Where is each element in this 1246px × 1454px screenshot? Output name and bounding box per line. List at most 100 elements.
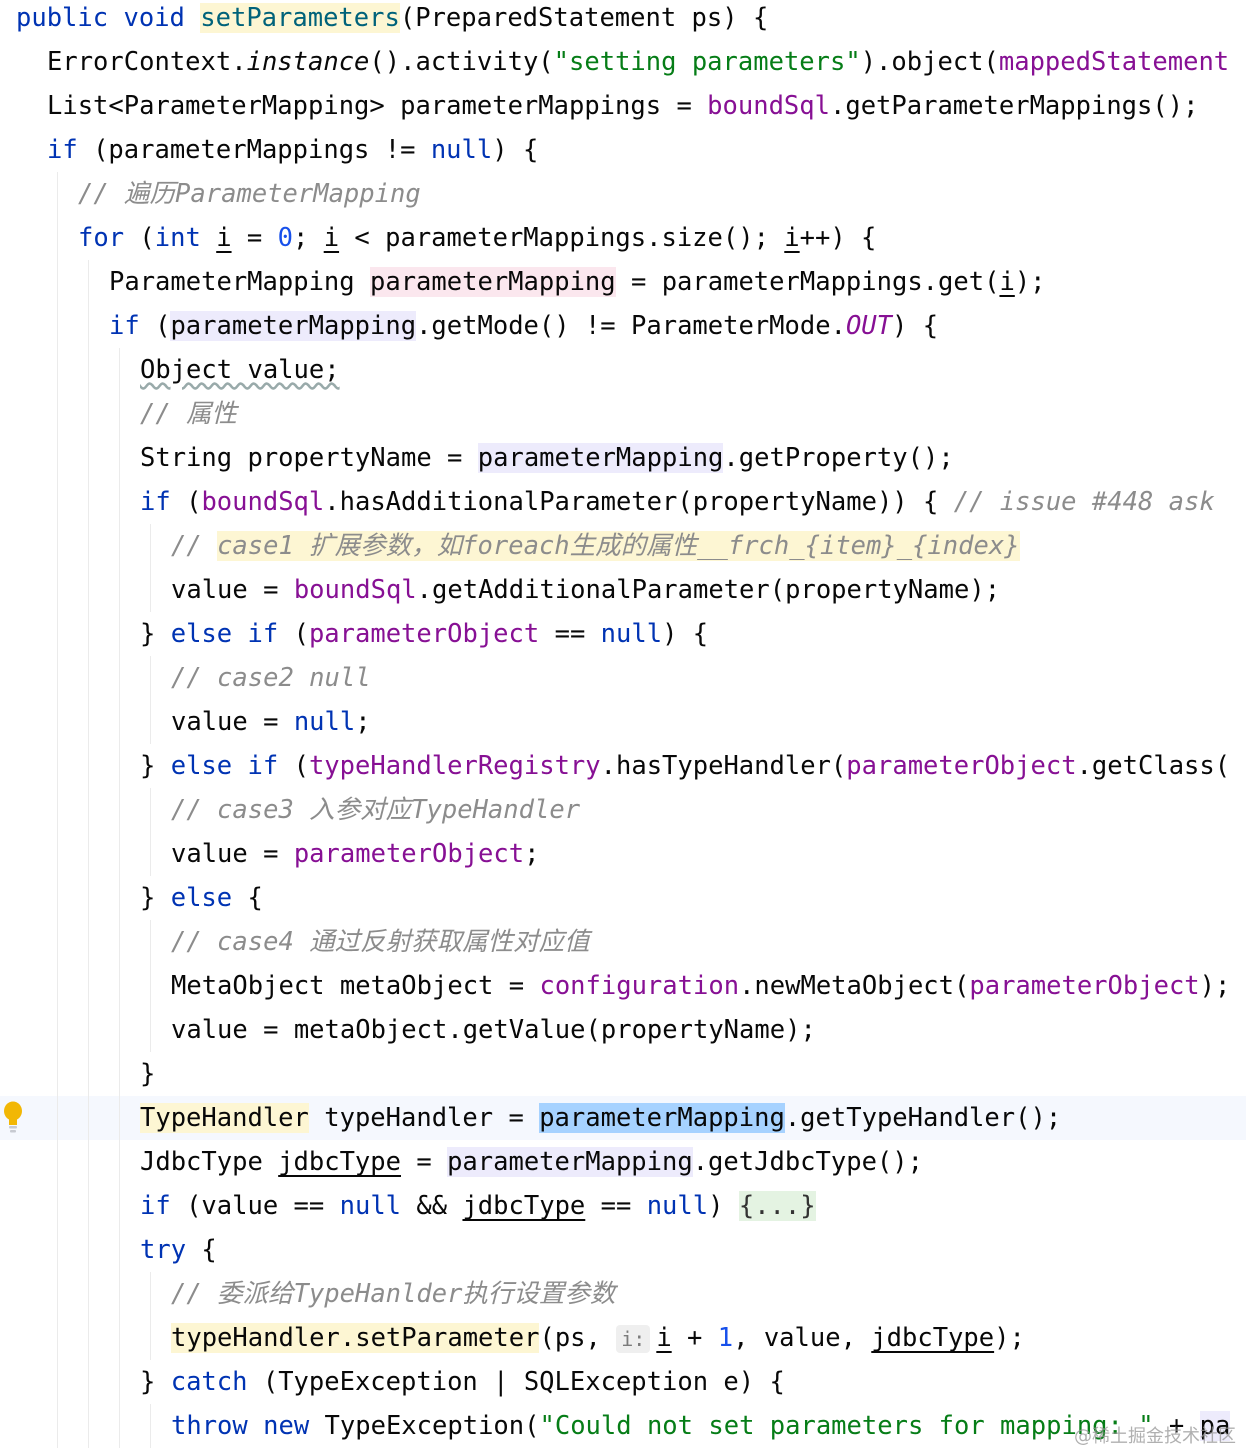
- indent-guide: [150, 964, 151, 1008]
- indent-guide: [150, 788, 151, 832]
- code-line[interactable]: Object value;: [0, 348, 1246, 392]
- code-token: catch: [170, 1367, 248, 1397]
- code-token: parameterMapping: [370, 267, 616, 297]
- indent-guide: [57, 832, 58, 876]
- code-text: try {: [140, 1228, 217, 1272]
- lightbulb-icon[interactable]: [2, 1101, 24, 1135]
- indent-guide: [88, 612, 89, 656]
- indent-guide: [150, 1316, 151, 1360]
- code-line[interactable]: public void setParameters(PreparedStatem…: [0, 0, 1246, 40]
- code-line[interactable]: value = parameterObject;: [0, 832, 1246, 876]
- indent-guide: [119, 876, 120, 920]
- code-text: // 委派给TypeHanlder执行设置参数: [171, 1272, 615, 1316]
- code-token: {: [232, 883, 263, 913]
- code-line[interactable]: try {: [0, 1228, 1246, 1272]
- code-line[interactable]: // 委派给TypeHanlder执行设置参数: [0, 1272, 1246, 1316]
- code-line[interactable]: // case4 通过反射获取属性对应值: [0, 920, 1246, 964]
- code-line[interactable]: for (int i = 0; i < parameterMappings.si…: [0, 216, 1246, 260]
- code-token: setParameters: [200, 3, 400, 33]
- code-text: value = parameterObject;: [171, 832, 539, 876]
- code-token: jdbcType: [278, 1147, 401, 1177]
- indent-guide: [150, 656, 151, 700]
- indent-guide: [88, 1096, 89, 1140]
- code-token: (TypeException | SQLException e) {: [247, 1367, 785, 1397]
- indent-guide: [119, 480, 120, 524]
- indent-guide: [119, 656, 120, 700]
- code-line[interactable]: } else if (parameterObject == null) {: [0, 612, 1246, 656]
- indent-guide: [57, 1140, 58, 1184]
- code-line[interactable]: // case1 扩展参数，如foreach生成的属性__frch_{item}…: [0, 524, 1246, 568]
- code-token: .getTypeHandler();: [784, 1103, 1062, 1133]
- indent-guide: [57, 788, 58, 832]
- code-line[interactable]: value = metaObject.getValue(propertyName…: [0, 1008, 1246, 1052]
- code-token: ).object(: [860, 47, 999, 77]
- code-token: if: [140, 487, 171, 517]
- code-token: parameterObject: [969, 971, 1200, 1001]
- code-token: else: [170, 619, 233, 649]
- code-line[interactable]: String propertyName = parameterMapping.g…: [0, 436, 1246, 480]
- code-text: // 遍历ParameterMapping: [78, 172, 421, 216]
- code-token: jdbcType: [871, 1323, 995, 1353]
- code-token: JdbcType: [140, 1147, 279, 1177]
- code-line[interactable]: } catch (TypeException | SQLException e)…: [0, 1360, 1246, 1404]
- indent-guide: [88, 700, 89, 744]
- code-token: "setting parameters": [553, 47, 861, 77]
- code-line[interactable]: if (boundSql.hasAdditionalParameter(prop…: [0, 480, 1246, 524]
- code-text: Object value;: [140, 348, 340, 392]
- code-text: // case4 通过反射获取属性对应值: [171, 920, 590, 964]
- code-line[interactable]: JdbcType jdbcType = parameterMapping.get…: [0, 1140, 1246, 1184]
- code-token: List<ParameterMapping> parameterMappings…: [47, 91, 708, 121]
- watermark: @稀土掘金技术社区: [1074, 1426, 1236, 1447]
- code-token: if: [140, 1191, 171, 1221]
- indent-guide: [119, 964, 120, 1008]
- code-token: ;: [292, 223, 324, 253]
- code-line[interactable]: value = boundSql.getAdditionalParameter(…: [0, 568, 1246, 612]
- code-line[interactable]: } else {: [0, 876, 1246, 920]
- code-token: (ps,: [539, 1323, 617, 1353]
- code-text: // case3 入参对应TypeHandler: [171, 788, 580, 832]
- code-editor[interactable]: public void setParameters(PreparedStatem…: [0, 0, 1246, 1454]
- code-line[interactable]: ParameterMapping parameterMapping = para…: [0, 260, 1246, 304]
- code-line[interactable]: TypeHandler typeHandler = parameterMappi…: [0, 1096, 1246, 1140]
- code-line[interactable]: // case3 入参对应TypeHandler: [0, 788, 1246, 832]
- code-token: mappedStatement: [998, 47, 1230, 77]
- indent-guide: [88, 480, 89, 524]
- code-text: JdbcType jdbcType = parameterMapping.get…: [140, 1140, 923, 1184]
- code-token: case1 扩展参数，如foreach生成的属性__frch_{item}_{i…: [217, 531, 1020, 561]
- code-token: .hasAdditionalParameter(propertyName)) {: [324, 487, 954, 517]
- indent-guide: [57, 216, 58, 260]
- code-line[interactable]: // 属性: [0, 392, 1246, 436]
- code-token: .getJdbcType();: [692, 1147, 923, 1177]
- code-line[interactable]: if (value == null && jdbcType == null) {…: [0, 1184, 1246, 1228]
- code-token: (: [278, 619, 309, 649]
- code-token: i: [323, 223, 340, 253]
- code-line[interactable]: if (parameterMappings != null) {: [0, 128, 1246, 172]
- indent-guide: [57, 524, 58, 568]
- code-line[interactable]: throw new TypeException("Could not set p…: [0, 1404, 1246, 1448]
- indent-guide: [57, 1272, 58, 1316]
- code-token: i: [216, 223, 232, 253]
- code-token: =: [231, 223, 278, 253]
- code-line[interactable]: }: [0, 1052, 1246, 1096]
- code-line[interactable]: // 遍历ParameterMapping: [0, 172, 1246, 216]
- code-token: parameterObject: [293, 839, 525, 869]
- code-line[interactable]: // case2 null: [0, 656, 1246, 700]
- code-line[interactable]: List<ParameterMapping> parameterMappings…: [0, 84, 1246, 128]
- code-line[interactable]: MetaObject metaObject = configuration.ne…: [0, 964, 1246, 1008]
- indent-guide: [88, 1404, 89, 1448]
- indent-guide: [88, 788, 89, 832]
- indent-guide: [150, 524, 151, 568]
- code-line[interactable]: } else if (typeHandlerRegistry.hasTypeHa…: [0, 744, 1246, 788]
- code-line[interactable]: value = null;: [0, 700, 1246, 744]
- indent-guide: [88, 304, 89, 348]
- code-token: // issue #448 ask: [953, 487, 1215, 517]
- indent-guide: [57, 436, 58, 480]
- code-line[interactable]: if (parameterMapping.getMode() != Parame…: [0, 304, 1246, 348]
- indent-guide: [119, 1052, 120, 1096]
- code-token: .getProperty();: [723, 443, 954, 473]
- code-token: value =: [171, 575, 294, 605]
- code-token: (: [124, 223, 155, 253]
- code-line[interactable]: typeHandler.setParameter(ps, i: i + 1, va…: [0, 1316, 1246, 1360]
- code-line[interactable]: ErrorContext.instance().activity("settin…: [0, 40, 1246, 84]
